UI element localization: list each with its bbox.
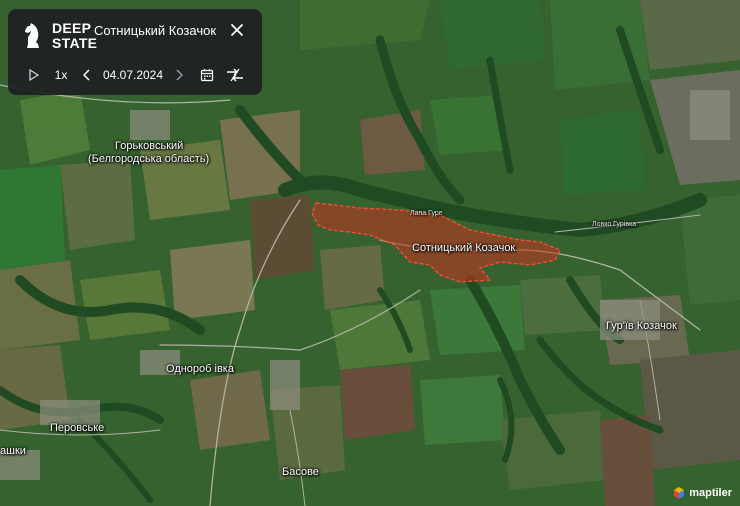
maptiler-attribution[interactable]: maptiler [672,486,732,500]
deepstate-control-panel: DEEP STATE Сотницький Козачок 1x 04.07.2… [8,9,262,95]
compare-arrows-icon [227,68,243,82]
calendar-button[interactable] [198,63,216,87]
location-title: Сотницький Козачок [94,23,217,38]
label-gorkovsky-region: (Белгородська область) [88,153,210,165]
label-basove: Басове [282,466,319,478]
logo-line-2: STATE [52,35,98,51]
attribution-text: maptiler [689,487,732,499]
logo-line-1: DEEP [52,20,92,36]
label-sotnytskyi: Сотницький Козачок [412,242,516,254]
knight-logo-icon [25,23,39,48]
label-small-1: Лапа Гуре [410,210,443,217]
next-date-button[interactable] [172,63,186,87]
close-button[interactable] [226,19,248,41]
speed-button[interactable]: 1x [51,63,71,87]
timeline-controls: 1x 04.07.2024 [8,63,262,87]
close-icon [231,24,243,36]
label-gorkovsky: Горьковський [115,140,184,152]
compare-button[interactable] [224,63,246,87]
chevron-right-icon [176,69,183,81]
deepstate-logo[interactable]: DEEP STATE [22,18,97,54]
prev-date-button[interactable] [80,63,94,87]
label-perovske: Перовське [50,422,105,434]
date-display[interactable]: 04.07.2024 [100,63,166,87]
maptiler-logo-icon [674,487,685,499]
label-odnorobivka: Однороб івка [166,363,234,375]
label-guriv: Гур'їв Козачок [606,320,677,332]
chevron-left-icon [83,69,90,81]
label-small-2: Ловко Гурівка [592,221,637,228]
calendar-icon [200,69,214,82]
play-button[interactable] [26,63,42,87]
label-ashky: ашки [0,445,26,457]
play-icon [29,69,39,81]
